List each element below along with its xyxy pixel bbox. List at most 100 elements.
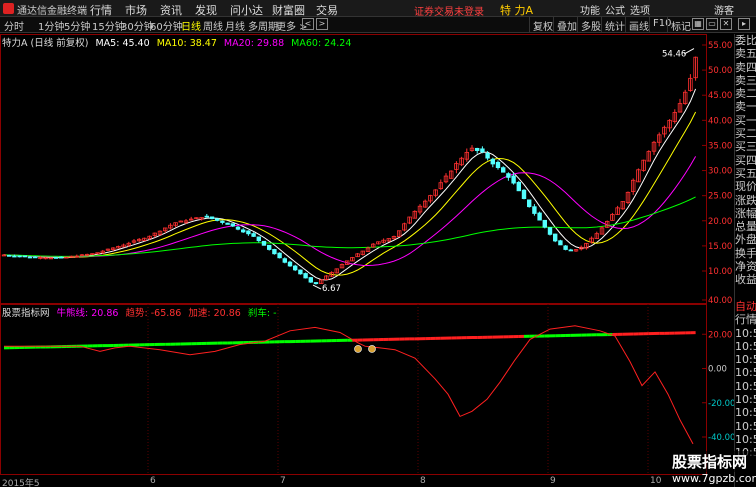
- candle-body: [235, 226, 241, 230]
- kline-chart[interactable]: 55.00 50.00 45.00 40.00 35.00 30.00 25.00 20.00…: [0, 34, 734, 487]
- indicator-tick-label: -20.00: [708, 399, 734, 409]
- side-panel-item: 涨幅: [735, 206, 756, 220]
- side-panel-item: 净资: [735, 260, 756, 274]
- menu-assistant[interactable]: 问小达: [230, 2, 263, 18]
- candle-body: [220, 220, 225, 223]
- candle-body: [474, 147, 480, 151]
- tab-15min[interactable]: 15分钟: [92, 18, 125, 33]
- candle-body: [500, 167, 506, 173]
- candle-body: [240, 229, 246, 233]
- tab-monthly[interactable]: 月线: [225, 18, 245, 33]
- side-panel-item: 卖一: [735, 100, 756, 114]
- candle-body: [282, 258, 287, 263]
- tab-weekly[interactable]: 周线: [203, 18, 223, 33]
- window-icon[interactable]: ▭: [706, 18, 718, 30]
- signal-marker-icon: [368, 345, 376, 353]
- grid-icon[interactable]: ▦: [692, 18, 704, 30]
- expand-icon[interactable]: ▸: [738, 18, 750, 30]
- tab-1min[interactable]: 1分钟: [38, 18, 64, 33]
- menu-guest[interactable]: 游客: [714, 2, 734, 17]
- candle-body: [277, 252, 282, 259]
- menu-wealth[interactable]: 财富圈: [272, 2, 305, 18]
- menu-market[interactable]: 市场: [125, 2, 147, 18]
- tab-overlay[interactable]: 叠加: [553, 17, 580, 33]
- ma60-line: [3, 196, 696, 257]
- side-panel-item: 10:50: [735, 326, 756, 340]
- candle-body: [490, 158, 495, 165]
- chevron-left-icon[interactable]: <: [302, 18, 314, 30]
- date-label: 9: [550, 476, 556, 486]
- indicator-tick-label: 20.00: [708, 330, 732, 340]
- candle-body: [532, 206, 537, 214]
- menu-formula[interactable]: 公式: [605, 2, 625, 17]
- price-tick-label: 15.00: [708, 242, 732, 252]
- side-panel-item: 总量: [735, 220, 756, 234]
- menu-discover[interactable]: 发现: [195, 2, 217, 18]
- side-panel-item: 卖五: [735, 47, 756, 61]
- candle-body: [7, 254, 12, 257]
- stock-name: 特 力A: [500, 4, 534, 17]
- candle-body: [204, 215, 209, 218]
- side-panel-item: 行情: [735, 313, 756, 327]
- menu-news[interactable]: 资讯: [160, 2, 182, 18]
- indicator-lines: [3, 325, 696, 445]
- tab-5min[interactable]: 5分钟: [64, 18, 90, 33]
- price-tick-label: 55.00: [708, 41, 732, 51]
- candle-body: [303, 273, 308, 279]
- candle-body: [313, 282, 319, 285]
- main-pane-border: [0, 34, 707, 304]
- tab-multi-stock[interactable]: 多股: [577, 17, 604, 33]
- tab-timeshare[interactable]: 分时: [4, 18, 24, 33]
- candle-body: [209, 216, 215, 220]
- candle-body: [22, 255, 27, 258]
- candle-body: [53, 256, 59, 259]
- menu-trade[interactable]: 交易: [316, 2, 338, 18]
- candlesticks: [1, 56, 698, 285]
- tab-stats[interactable]: 统计: [601, 17, 628, 33]
- price-tick-label: 20.00: [708, 217, 732, 227]
- candle-body: [558, 240, 563, 246]
- low-price-pointer: [312, 284, 322, 290]
- candle-body: [542, 219, 547, 228]
- candle-body: [225, 222, 230, 225]
- chevron-right-icon[interactable]: >: [316, 18, 328, 30]
- main-chart-header: 特力A (日线 前复权) MA5: 45.40 MA10: 38.47 MA20…: [2, 35, 355, 49]
- tab-daily[interactable]: 日线: [181, 18, 201, 33]
- tab-30min[interactable]: 30分钟: [121, 18, 154, 33]
- side-panel-item: 买四: [735, 153, 756, 167]
- indicator-title[interactable]: 股票指标网: [2, 308, 50, 319]
- menu-options[interactable]: 选项: [630, 2, 650, 17]
- candle-body: [230, 223, 235, 227]
- trend-label: 趋势: -65.86: [125, 308, 182, 319]
- tab-adjust[interactable]: 复权: [529, 17, 556, 33]
- quote-side-panel: 委比 卖五 卖四 卖三 卖二 卖一 买一 买二 买三 买四 买五 现价 涨跌 涨幅 总量 外盘 换手 净资 收益 自动…: [734, 34, 756, 487]
- side-panel-item: 买二: [735, 127, 756, 141]
- candle-body: [298, 269, 303, 275]
- candle-body: [33, 256, 38, 259]
- chart-title: 特力A (日线 前复权): [2, 38, 89, 49]
- tab-multi-period[interactable]: 多周期: [248, 18, 278, 33]
- side-panel-item: 外盘: [735, 233, 756, 247]
- indicator-tick-label: -40.00: [708, 433, 734, 443]
- candle-body: [537, 212, 542, 221]
- watermark: 股票指标网 www.7gpzb.com: [672, 451, 756, 487]
- close-icon[interactable]: ✕: [720, 18, 732, 30]
- login-status[interactable]: 证券交易未登录: [414, 3, 484, 18]
- price-axis: 55.00 50.00 45.00 40.00 35.00 30.00 25.00 20.00…: [708, 41, 732, 277]
- candle-body: [568, 249, 573, 252]
- side-panel-item: 10:51: [735, 406, 756, 420]
- tab-mark[interactable]: 标记: [667, 17, 694, 33]
- tab-draw[interactable]: 画线: [625, 17, 652, 33]
- menu-quotes[interactable]: 行情: [90, 2, 112, 18]
- side-panel-item: [735, 287, 756, 300]
- tab-60min[interactable]: 60分钟: [150, 18, 183, 33]
- low-price-label: 6.67: [322, 284, 341, 294]
- price-tick-label: 45.00: [708, 91, 732, 101]
- ma10-label: MA10: 38.47: [156, 38, 217, 49]
- side-panel-item: 委比: [735, 34, 756, 47]
- side-panel-item: 现价: [735, 180, 756, 194]
- menu-function[interactable]: 功能: [580, 2, 600, 17]
- candle-body: [272, 249, 277, 255]
- candle-body: [516, 181, 521, 192]
- candle-body: [59, 256, 64, 259]
